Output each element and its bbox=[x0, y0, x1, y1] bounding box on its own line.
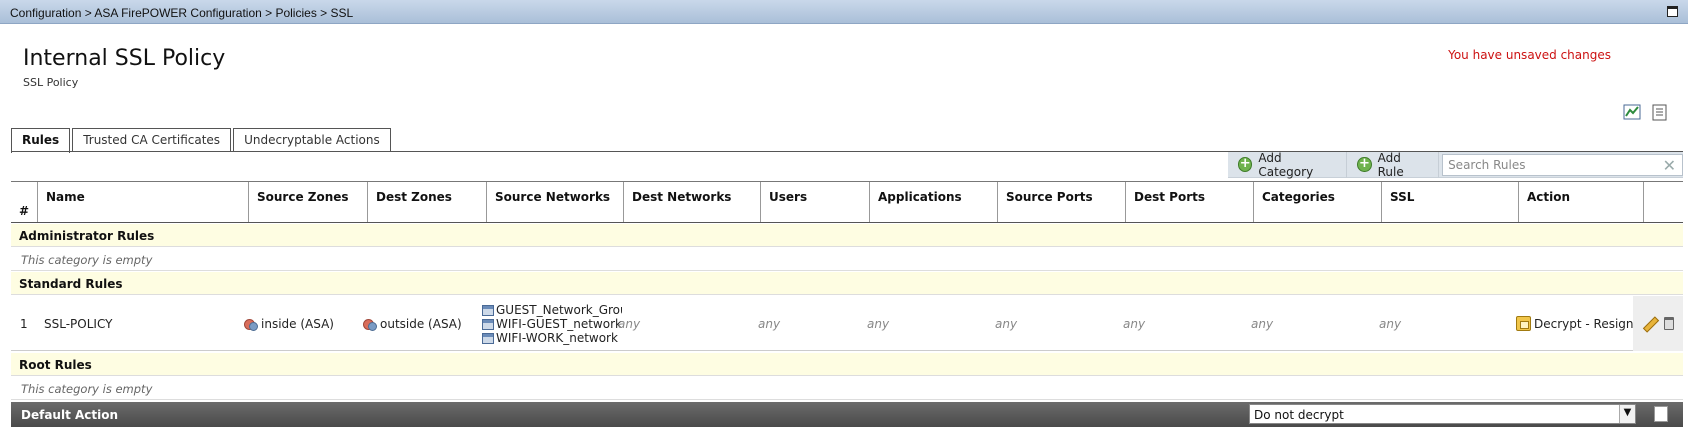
network-object-icon bbox=[482, 332, 494, 344]
category-root-rules[interactable]: Root Rules bbox=[11, 353, 1683, 376]
decrypt-resign-icon bbox=[1516, 316, 1531, 331]
add-category-button[interactable]: + Add Category bbox=[1228, 150, 1348, 179]
column-dest-ports: Dest Ports bbox=[1126, 182, 1254, 222]
rule-source-zone: inside (ASA) bbox=[244, 296, 334, 351]
network-label: WIFI-GUEST_network bbox=[496, 317, 622, 331]
source-zone-label: inside (ASA) bbox=[261, 316, 334, 331]
add-rule-button[interactable]: + Add Rule bbox=[1347, 150, 1440, 179]
zone-icon bbox=[363, 317, 377, 331]
default-action-value: Do not decrypt bbox=[1254, 408, 1344, 422]
add-rule-label: Add Rule bbox=[1377, 150, 1404, 179]
column-source-ports: Source Ports bbox=[998, 182, 1126, 222]
rule-source-networks: GUEST_Network_Grou WIFI-GUEST_network WI… bbox=[482, 303, 622, 345]
category-standard-rules[interactable]: Standard Rules bbox=[11, 272, 1683, 295]
rule-dest-ports: any bbox=[1123, 316, 1146, 331]
column-source-networks: Source Networks bbox=[487, 182, 624, 222]
clear-search-icon[interactable]: ✕ bbox=[1663, 156, 1676, 175]
policy-tabs: Rules Trusted CA Certificates Undecrypta… bbox=[11, 128, 391, 153]
rule-name: SSL-POLICY bbox=[44, 316, 113, 331]
search-rules-field: ✕ bbox=[1442, 153, 1683, 176]
network-label: GUEST_Network_Grou bbox=[496, 303, 622, 317]
breadcrumb-text: Configuration > ASA FirePOWER Configurat… bbox=[10, 6, 354, 20]
rule-categories: any bbox=[1251, 316, 1274, 331]
breadcrumb: Configuration > ASA FirePOWER Configurat… bbox=[0, 0, 1688, 24]
category-empty-message: This category is empty bbox=[11, 377, 1683, 400]
network-item: WIFI-GUEST_network bbox=[482, 317, 622, 331]
column-applications: Applications bbox=[870, 182, 998, 222]
action-label: Decrypt - Resign bbox=[1534, 316, 1634, 331]
policy-report-icon[interactable] bbox=[1652, 104, 1668, 121]
column-name: Name bbox=[38, 182, 249, 222]
column-categories: Categories bbox=[1254, 182, 1382, 222]
tab-undecryptable-actions[interactable]: Undecryptable Actions bbox=[233, 128, 391, 152]
rule-dest-networks: any bbox=[618, 316, 641, 331]
network-group-icon bbox=[482, 304, 494, 316]
unsaved-changes-warning: You have unsaved changes bbox=[1448, 48, 1611, 62]
network-object-icon bbox=[482, 318, 494, 330]
add-icon: + bbox=[1357, 156, 1372, 172]
maximize-icon[interactable] bbox=[1667, 6, 1678, 17]
logging-icon[interactable] bbox=[1654, 406, 1668, 422]
network-label: WIFI-WORK_network bbox=[496, 331, 618, 345]
rule-ssl: any bbox=[1379, 316, 1402, 331]
rule-users: any bbox=[758, 316, 781, 331]
rules-table-header: # Name Source Zones Dest Zones Source Ne… bbox=[11, 181, 1683, 223]
category-administrator-rules[interactable]: Administrator Rules bbox=[11, 224, 1683, 247]
rule-applications: any bbox=[867, 316, 890, 331]
column-ssl: SSL bbox=[1382, 182, 1519, 222]
tab-rules[interactable]: Rules bbox=[11, 128, 71, 153]
chevron-down-icon[interactable]: ▼ bbox=[1619, 405, 1635, 423]
table-row[interactable]: 1 SSL-POLICY inside (ASA) outside (ASA) … bbox=[11, 296, 1683, 351]
tab-trusted-ca-certificates[interactable]: Trusted CA Certificates bbox=[72, 128, 232, 152]
rule-actions bbox=[1633, 296, 1683, 351]
network-item: WIFI-WORK_network bbox=[482, 331, 622, 345]
column-source-zones: Source Zones bbox=[249, 182, 368, 222]
add-icon: + bbox=[1238, 156, 1253, 172]
add-category-label: Add Category bbox=[1258, 150, 1314, 179]
page-title: Internal SSL Policy bbox=[23, 46, 226, 71]
default-action-select[interactable]: Do not decrypt ▼ bbox=[1249, 404, 1636, 424]
column-dest-zones: Dest Zones bbox=[368, 182, 487, 222]
search-rules-input[interactable] bbox=[1448, 157, 1669, 172]
column-number: # bbox=[11, 182, 38, 222]
column-users: Users bbox=[761, 182, 870, 222]
category-empty-message: This category is empty bbox=[11, 248, 1683, 271]
rule-number: 1 bbox=[20, 316, 28, 331]
network-item: GUEST_Network_Grou bbox=[482, 303, 622, 317]
rule-action: Decrypt - Resign bbox=[1516, 296, 1634, 351]
rule-source-ports: any bbox=[995, 316, 1018, 331]
zone-icon bbox=[244, 317, 258, 331]
page-subtitle: SSL Policy bbox=[23, 76, 79, 89]
delete-icon[interactable] bbox=[1664, 317, 1674, 330]
column-action: Action bbox=[1519, 182, 1644, 222]
edit-icon[interactable] bbox=[1642, 317, 1656, 331]
report-icon[interactable] bbox=[1623, 104, 1641, 120]
default-action-label: Default Action bbox=[21, 408, 119, 422]
rule-dest-zone: outside (ASA) bbox=[363, 296, 462, 351]
rules-toolbar: + Add Category + Add Rule ✕ bbox=[1228, 150, 1683, 179]
column-dest-networks: Dest Networks bbox=[624, 182, 761, 222]
dest-zone-label: outside (ASA) bbox=[380, 316, 462, 331]
